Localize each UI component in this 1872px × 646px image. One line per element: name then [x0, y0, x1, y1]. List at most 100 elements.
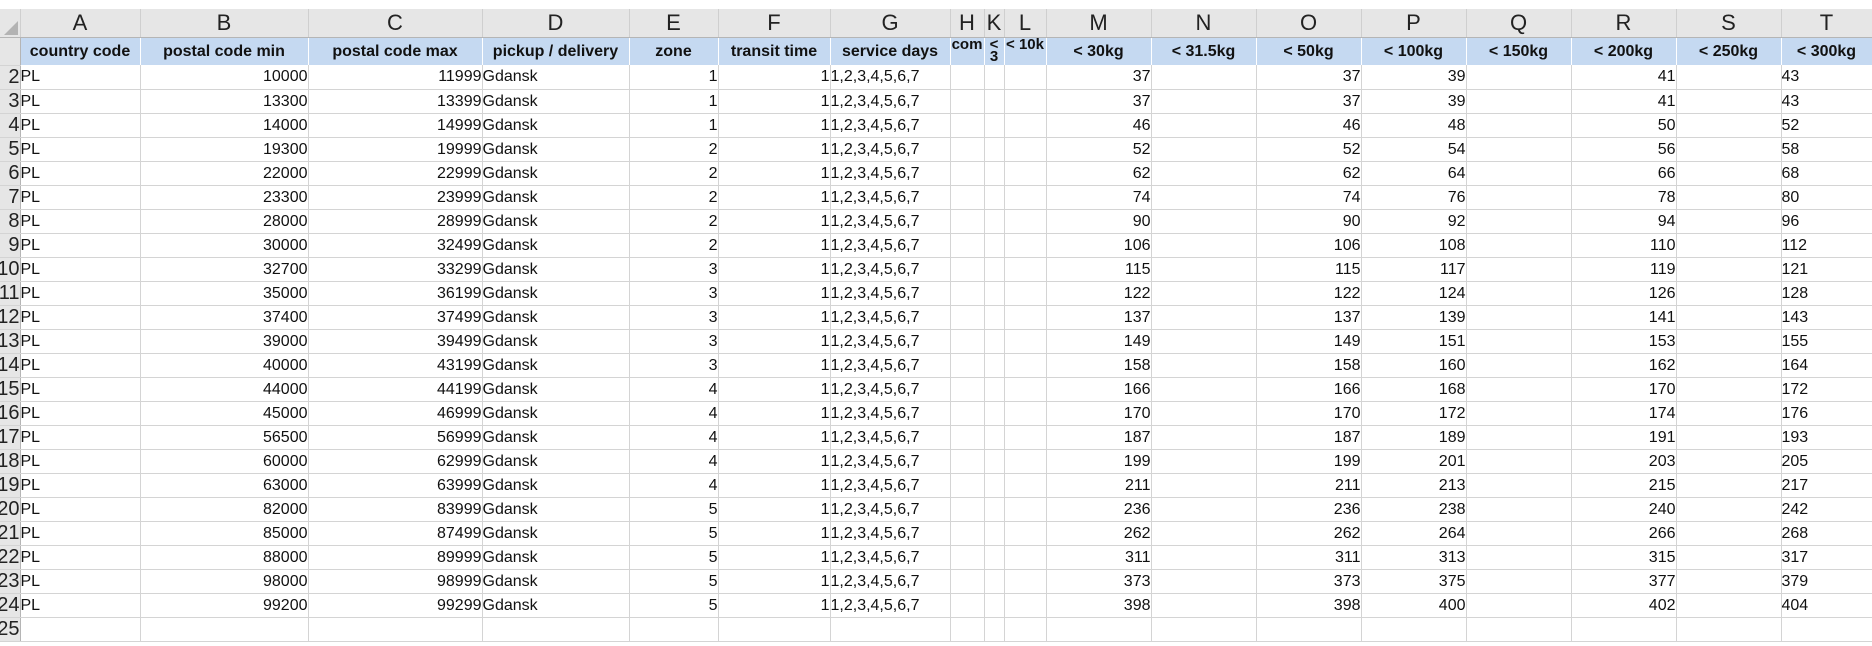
cell[interactable]: PL [20, 329, 141, 354]
cell[interactable]: PL [20, 425, 141, 450]
cell[interactable]: 37 [1046, 89, 1152, 114]
cell[interactable]: 1,2,3,4,5,6,7 [830, 161, 951, 186]
cell[interactable] [1151, 449, 1257, 474]
cell[interactable]: 402 [1571, 593, 1677, 618]
cell[interactable] [1151, 65, 1257, 90]
row-header[interactable]: 24 [0, 593, 21, 618]
row-header[interactable]: 21 [0, 521, 21, 546]
cell[interactable]: 1 [718, 545, 831, 570]
cell[interactable]: 317 [1781, 545, 1872, 570]
cell[interactable]: 1,2,3,4,5,6,7 [830, 497, 951, 522]
cell[interactable] [1151, 569, 1257, 594]
cell[interactable] [830, 617, 951, 642]
cell[interactable]: 89999 [308, 545, 483, 570]
cell[interactable]: 88000 [140, 545, 309, 570]
cell[interactable]: 106 [1256, 233, 1362, 258]
cell[interactable]: 126 [1571, 281, 1677, 306]
cell[interactable]: 379 [1781, 569, 1872, 594]
cell[interactable] [950, 545, 985, 570]
cell[interactable]: 13399 [308, 89, 483, 114]
cell[interactable] [1004, 137, 1047, 162]
row-header[interactable]: 25 [0, 617, 21, 642]
column-header-g[interactable]: G [830, 9, 951, 38]
cell[interactable]: 137 [1256, 305, 1362, 330]
cell[interactable]: 68 [1781, 161, 1872, 186]
cell[interactable] [1466, 65, 1572, 90]
cell[interactable]: 43 [1781, 89, 1872, 114]
cell[interactable]: 262 [1046, 521, 1152, 546]
cell[interactable]: 1 [718, 473, 831, 498]
column-header-c[interactable]: C [308, 9, 483, 38]
row-header[interactable]: 6 [0, 161, 21, 186]
cell[interactable]: 32499 [308, 233, 483, 258]
cell[interactable]: 5 [629, 497, 719, 522]
cell[interactable]: 3 [629, 353, 719, 378]
cell[interactable]: PL [20, 353, 141, 378]
header-cell[interactable]: postal code min [140, 37, 309, 65]
cell[interactable]: 2 [629, 209, 719, 234]
cell[interactable]: 377 [1571, 569, 1677, 594]
cell[interactable] [1004, 185, 1047, 210]
header-cell[interactable]: < 100kg [1361, 37, 1467, 65]
cell[interactable]: PL [20, 449, 141, 474]
cell[interactable] [1676, 329, 1782, 354]
cell[interactable]: Gdansk [482, 425, 630, 450]
cell[interactable]: 2 [629, 233, 719, 258]
cell[interactable] [1466, 377, 1572, 402]
cell[interactable]: 108 [1361, 233, 1467, 258]
cell[interactable]: 1,2,3,4,5,6,7 [830, 353, 951, 378]
cell[interactable]: 215 [1571, 473, 1677, 498]
cell[interactable] [1151, 185, 1257, 210]
cell[interactable]: 1 [718, 305, 831, 330]
cell[interactable]: Gdansk [482, 545, 630, 570]
column-header-n[interactable]: N [1151, 9, 1257, 38]
cell[interactable]: 170 [1571, 377, 1677, 402]
cell[interactable] [1676, 65, 1782, 90]
row-header[interactable]: 19 [0, 473, 21, 498]
cell[interactable] [1004, 161, 1047, 186]
cell[interactable]: 62 [1256, 161, 1362, 186]
cell[interactable] [1676, 425, 1782, 450]
cell[interactable]: 264 [1361, 521, 1467, 546]
column-header-r[interactable]: R [1571, 9, 1677, 38]
cell[interactable]: 1 [718, 233, 831, 258]
row-header[interactable]: 5 [0, 137, 21, 162]
cell[interactable]: 1 [718, 161, 831, 186]
cell[interactable]: 404 [1781, 593, 1872, 618]
cell[interactable]: 1 [718, 65, 831, 90]
cell[interactable] [984, 569, 1005, 594]
cell[interactable]: Gdansk [482, 257, 630, 282]
cell[interactable]: 203 [1571, 449, 1677, 474]
cell[interactable] [1004, 329, 1047, 354]
cell[interactable]: 1,2,3,4,5,6,7 [830, 89, 951, 114]
cell[interactable]: 115 [1046, 257, 1152, 282]
cell[interactable]: 52 [1046, 137, 1152, 162]
cell[interactable]: 96 [1781, 209, 1872, 234]
cell[interactable]: 92 [1361, 209, 1467, 234]
cell[interactable] [629, 617, 719, 642]
cell[interactable] [1466, 305, 1572, 330]
cell[interactable]: 1 [718, 137, 831, 162]
cell[interactable] [950, 161, 985, 186]
cell[interactable] [1151, 497, 1257, 522]
cell[interactable]: 172 [1361, 401, 1467, 426]
cell[interactable]: 37400 [140, 305, 309, 330]
cell[interactable] [1151, 377, 1257, 402]
cell[interactable]: 98999 [308, 569, 483, 594]
cell[interactable]: 1 [629, 89, 719, 114]
cell[interactable] [984, 329, 1005, 354]
row-header[interactable]: 23 [0, 569, 21, 594]
cell[interactable] [950, 377, 985, 402]
header-cell[interactable]: < 150kg [1466, 37, 1572, 65]
cell[interactable]: 1 [629, 113, 719, 138]
column-header-q[interactable]: Q [1466, 9, 1572, 38]
cell[interactable]: 62 [1046, 161, 1152, 186]
column-header-d[interactable]: D [482, 9, 630, 38]
header-cell[interactable]: < 250kg [1676, 37, 1782, 65]
cell[interactable]: Gdansk [482, 329, 630, 354]
cell[interactable]: 10000 [140, 65, 309, 90]
cell[interactable] [1466, 401, 1572, 426]
cell[interactable]: 64 [1361, 161, 1467, 186]
cell[interactable]: 166 [1256, 377, 1362, 402]
cell[interactable]: 48 [1361, 113, 1467, 138]
